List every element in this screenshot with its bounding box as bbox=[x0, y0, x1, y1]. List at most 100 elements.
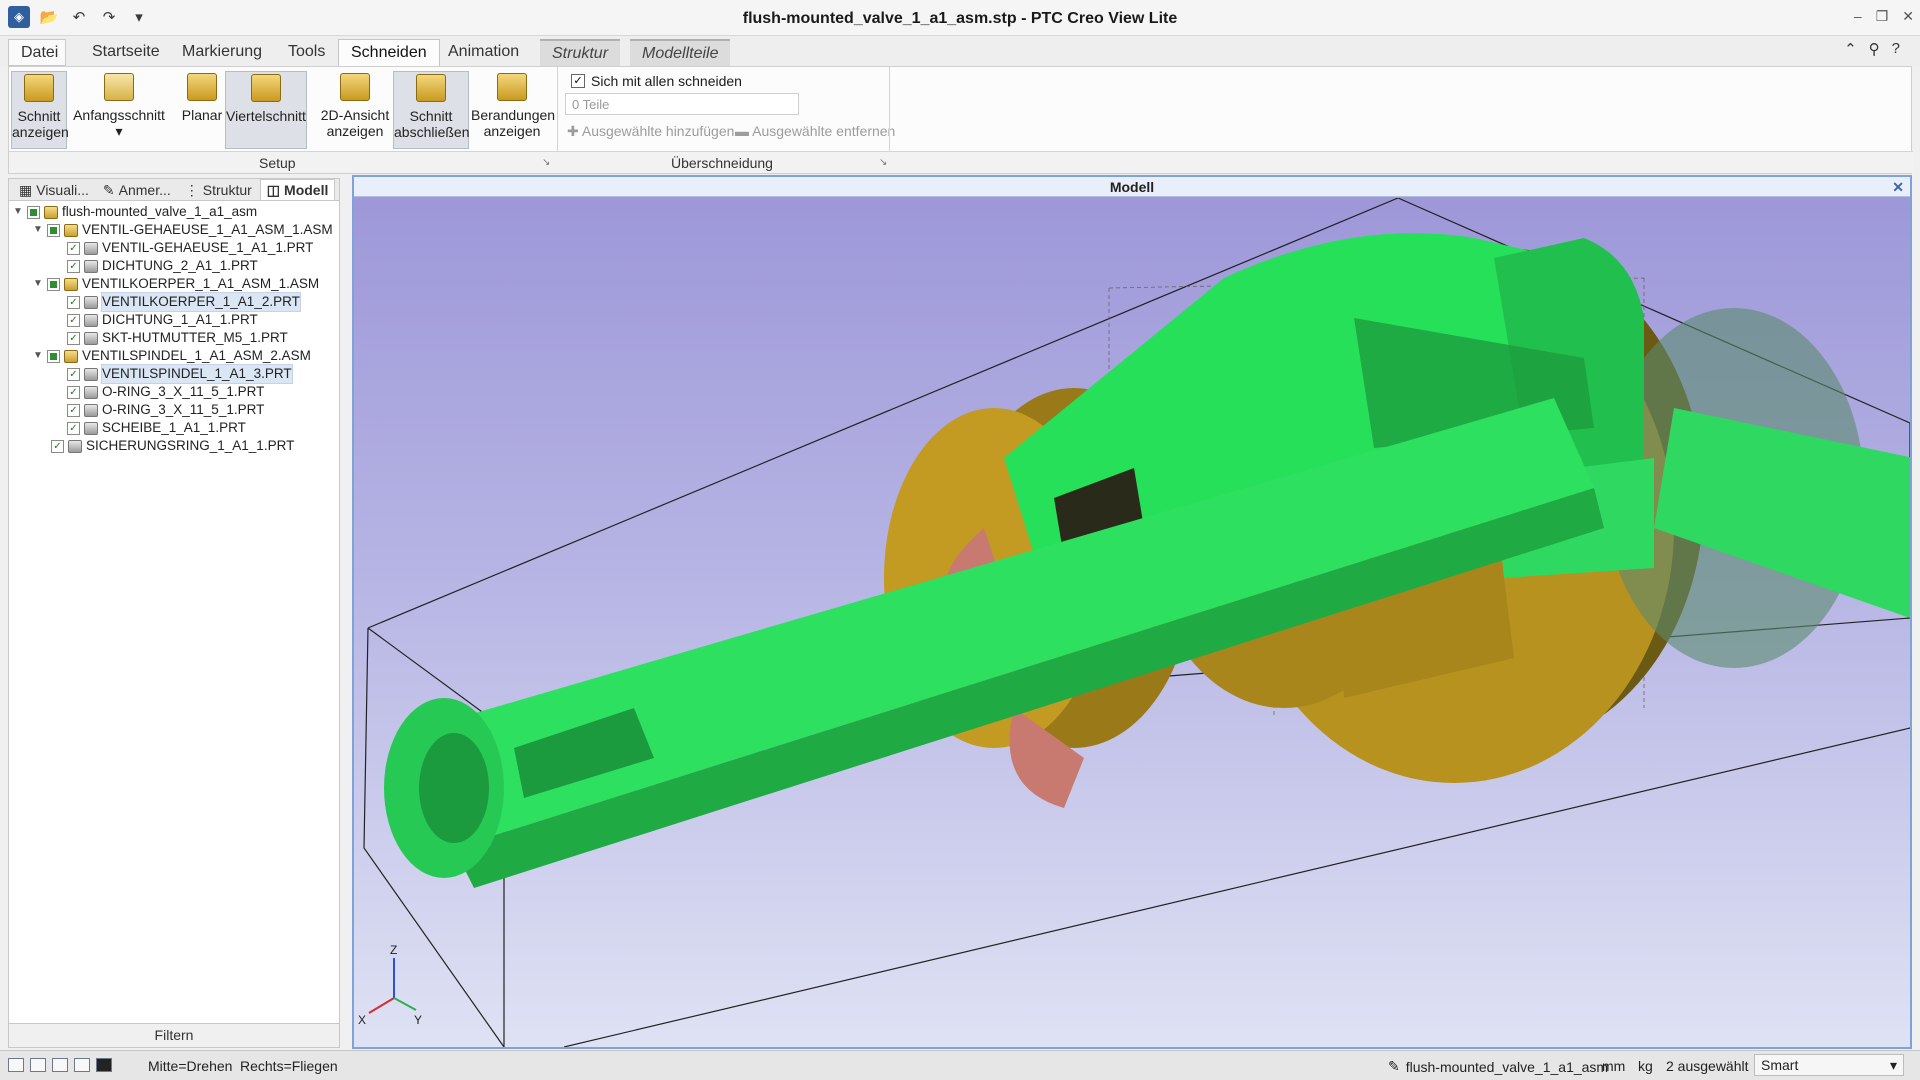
console-icon[interactable] bbox=[96, 1058, 112, 1072]
show-section-button[interactable]: Schnitt anzeigen bbox=[11, 71, 69, 149]
annotation-icon: ✎ bbox=[102, 181, 115, 198]
tree-node[interactable]: ✓ SKT-HUTMUTTER_M5_1.PRT bbox=[67, 329, 288, 347]
tree-checkbox[interactable] bbox=[27, 205, 40, 219]
quarter-section-button[interactable]: Viertelschnitt bbox=[225, 71, 307, 149]
tree-checkbox[interactable] bbox=[47, 277, 60, 291]
add-selected-button[interactable]: ✚ Ausgewählte hinzufügen bbox=[567, 123, 734, 140]
tree-node[interactable]: ▼ flush-mounted_valve_1_a1_asm bbox=[13, 203, 257, 221]
show-boundaries-button[interactable]: Berandungen anzeigen bbox=[471, 71, 556, 149]
structure-icon: ⋮ bbox=[184, 181, 199, 198]
view-2d-icon bbox=[340, 73, 370, 101]
tree-checkbox[interactable]: ✓ bbox=[67, 421, 80, 435]
tab-home[interactable]: Startseite bbox=[80, 39, 172, 66]
tree-node[interactable]: ▼ VENTILKOERPER_1_A1_ASM_1.ASM bbox=[33, 275, 319, 293]
ribbon: Schnitt anzeigen Anfangsschnitt ▾ Planar … bbox=[8, 66, 1913, 174]
cut-all-checkbox[interactable]: ✓ Sich mit allen schneiden bbox=[571, 73, 742, 89]
tree-node[interactable]: ✓ SCHEIBE_1_A1_1.PRT bbox=[67, 419, 246, 437]
tab-model-parts[interactable]: Modellteile bbox=[630, 39, 731, 66]
tree-node[interactable]: ▼ VENTILSPINDEL_1_A1_ASM_2.ASM bbox=[33, 347, 311, 365]
tree-node-label: VENTILSPINDEL_1_A1_ASM_2.ASM bbox=[82, 348, 311, 363]
layout-icons bbox=[8, 1058, 112, 1072]
planar-label: Planar bbox=[181, 107, 223, 123]
layout-single-icon[interactable] bbox=[8, 1058, 24, 1072]
initial-section-button[interactable]: Anfangsschnitt ▾ bbox=[73, 71, 165, 149]
tab-model[interactable]: ◫ Modell bbox=[259, 179, 336, 200]
tree-checkbox[interactable]: ✓ bbox=[67, 295, 80, 309]
close-section-label: Schnitt abschließen bbox=[394, 108, 470, 140]
model-render[interactable]: Z X Y bbox=[354, 198, 1910, 1047]
planar-button[interactable]: Planar bbox=[179, 71, 225, 149]
tab-file[interactable]: Datei ▾ bbox=[8, 39, 66, 87]
window-title: flush-mounted_valve_1_a1_asm.stp - PTC C… bbox=[742, 10, 1178, 27]
parts-count-field[interactable]: 0 Teile bbox=[565, 93, 799, 115]
tree-checkbox[interactable]: ✓ bbox=[67, 403, 80, 417]
tab-tree-structure-label: Struktur bbox=[202, 181, 252, 198]
help-icons: ⌃ ⚲ ? bbox=[1844, 40, 1900, 58]
close-section-button[interactable]: Schnitt abschließen bbox=[393, 71, 470, 149]
tab-tools[interactable]: Tools bbox=[276, 39, 337, 66]
tree-node[interactable]: ✓ O-RING_3_X_11_5_1.PRT bbox=[67, 383, 264, 401]
view-2d-label: 2D-Ansicht anzeigen bbox=[320, 107, 390, 139]
restore-icon[interactable]: ❐ bbox=[1876, 8, 1889, 25]
tree-node[interactable]: ✓ VENTILKOERPER_1_A1_2.PRT bbox=[67, 292, 301, 312]
tab-visualization[interactable]: ▦ Visuali... bbox=[13, 179, 95, 200]
tree-node[interactable]: ✓ DICHTUNG_1_A1_1.PRT bbox=[67, 311, 258, 329]
tree-checkbox[interactable]: ✓ bbox=[67, 241, 80, 255]
collapse-icon[interactable]: ▼ bbox=[33, 347, 43, 365]
tab-section[interactable]: Schneiden bbox=[338, 39, 440, 66]
layout-full-icon[interactable] bbox=[74, 1058, 90, 1072]
tree-node[interactable]: ✓ VENTILSPINDEL_1_A1_3.PRT bbox=[67, 364, 293, 384]
tree-checkbox[interactable]: ✓ bbox=[67, 331, 80, 345]
model-viewport[interactable]: Modell ✕ Z X Y bbox=[352, 175, 1912, 1049]
tree-checkbox[interactable] bbox=[47, 349, 60, 363]
collapse-icon[interactable]: ▼ bbox=[33, 275, 43, 293]
collapse-icon[interactable]: ▼ bbox=[33, 221, 43, 239]
tree-node[interactable]: ✓ SICHERUNGSRING_1_A1_1.PRT bbox=[51, 437, 294, 455]
assembly-icon bbox=[64, 223, 78, 237]
tree-node[interactable]: ▼ VENTIL-GEHAEUSE_1_A1_ASM_1.ASM bbox=[33, 221, 333, 239]
tree-checkbox[interactable]: ✓ bbox=[67, 367, 80, 381]
selection-filter-select[interactable]: Smart ▾ bbox=[1754, 1054, 1904, 1076]
remove-selected-button[interactable]: ▬ Ausgewählte entfernen bbox=[735, 123, 895, 139]
part-icon bbox=[84, 295, 98, 309]
filter-button[interactable]: Filtern bbox=[9, 1023, 339, 1047]
tree-checkbox[interactable]: ✓ bbox=[67, 259, 80, 273]
tree-checkbox[interactable]: ✓ bbox=[67, 385, 80, 399]
tab-animation[interactable]: Animation bbox=[436, 39, 531, 66]
view-2d-button[interactable]: 2D-Ansicht anzeigen bbox=[319, 71, 391, 149]
close-icon[interactable]: ✕ bbox=[1902, 8, 1914, 25]
mass-unit[interactable]: kg bbox=[1638, 1058, 1653, 1074]
tab-tree-structure[interactable]: ⋮ Struktur bbox=[179, 179, 258, 200]
collapse-ribbon-icon[interactable]: ⌃ bbox=[1844, 40, 1857, 58]
setup-launcher-icon[interactable]: ↘ bbox=[542, 157, 550, 168]
collapse-icon[interactable]: ▼ bbox=[13, 203, 23, 221]
search-icon[interactable]: ⚲ bbox=[1869, 40, 1880, 58]
part-icon bbox=[84, 241, 98, 255]
length-unit[interactable]: mm bbox=[1602, 1058, 1625, 1074]
cut-all-label: Sich mit allen schneiden bbox=[591, 73, 742, 89]
tree-node-label: VENTILKOERPER_1_A1_2.PRT bbox=[101, 292, 301, 312]
active-model[interactable]: ✎ flush-mounted_valve_1_a1_asm bbox=[1388, 1058, 1608, 1075]
minimize-icon[interactable]: – bbox=[1854, 8, 1862, 25]
section-icon bbox=[24, 74, 54, 102]
tree-node-label: DICHTUNG_2_A1_1.PRT bbox=[102, 258, 258, 273]
viewport-title: Modell bbox=[1109, 179, 1155, 195]
tree-node[interactable]: ✓ VENTIL-GEHAEUSE_1_A1_1.PRT bbox=[67, 239, 313, 257]
layout-split-icon[interactable] bbox=[30, 1058, 46, 1072]
close-icon[interactable]: ✕ bbox=[1892, 177, 1904, 197]
tab-markup[interactable]: Markierung bbox=[170, 39, 274, 66]
tree-checkbox[interactable]: ✓ bbox=[51, 439, 64, 453]
tree-node-label: SICHERUNGSRING_1_A1_1.PRT bbox=[86, 438, 295, 453]
tree-checkbox[interactable] bbox=[47, 223, 60, 237]
intersection-launcher-icon[interactable]: ↘ bbox=[879, 157, 887, 168]
tab-annotations[interactable]: ✎ Anmer... bbox=[97, 179, 177, 200]
tree-checkbox[interactable]: ✓ bbox=[67, 313, 80, 327]
quarter-section-icon bbox=[251, 74, 281, 102]
tab-structure[interactable]: Struktur bbox=[540, 39, 621, 66]
help-icon[interactable]: ? bbox=[1892, 40, 1900, 58]
tree-node[interactable]: ✓ O-RING_3_X_11_5_1.PRT bbox=[67, 401, 264, 419]
part-icon bbox=[84, 367, 98, 381]
show-boundaries-label: Berandungen anzeigen bbox=[471, 107, 556, 139]
tree-node[interactable]: ✓ DICHTUNG_2_A1_1.PRT bbox=[67, 257, 258, 275]
layout-horizontal-icon[interactable] bbox=[52, 1058, 68, 1072]
